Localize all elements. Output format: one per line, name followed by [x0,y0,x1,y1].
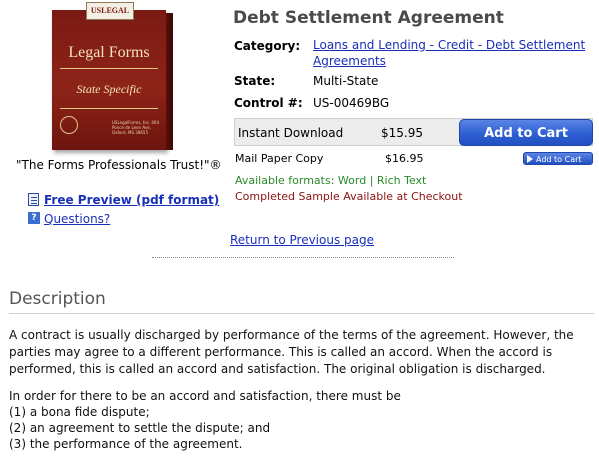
box-divider [60,68,158,69]
uslegal-logo: USLEGAL [86,2,134,20]
add-to-cart-paper-label: Add to Cart [536,155,582,164]
category-link[interactable]: Loans and Lending - Credit - Debt Settle… [313,38,585,52]
return-link[interactable]: Return to Previous page [230,233,374,247]
mail-paper-price: $16.95 [385,152,424,165]
instant-download-label: Instant Download [238,126,344,140]
control-label: Control #: [234,96,303,110]
available-formats: Available formats: Word | Rich Text [235,174,427,187]
add-to-cart-paper-button[interactable]: Add to Cart [523,152,593,165]
description-rule [9,313,594,314]
description-line: (3) the performance of the agreement. [9,437,243,451]
box-subtitle: State Specific [76,82,142,96]
add-to-cart-button[interactable]: Add to Cart [459,119,593,146]
box-title: Legal Forms [68,44,150,61]
document-icon [28,193,39,206]
tagline: "The Forms Professionals Trust!"® [16,158,222,172]
free-preview-link[interactable]: Free Preview (pdf format) [44,193,219,207]
instant-download-price: $15.95 [381,126,423,140]
description-line: (2) an agreement to settle the dispute; … [9,421,271,435]
arrow-right-icon [527,155,533,163]
seal-icon [60,116,78,134]
box-divider [60,108,158,109]
description-line: (1) a bona fide dispute; [9,405,150,419]
mail-paper-label: Mail Paper Copy [235,152,324,165]
category-link-cont[interactable]: Agreements [313,54,386,68]
question-icon: ? [28,212,40,224]
category-label: Category: [234,39,301,53]
state-value: Multi-State [313,74,379,88]
box-fine-print: USLegalForms, Inc. 404 Ponce de Leon Ave… [112,120,159,135]
description-heading: Description [9,289,106,309]
description-line: parties may agree to a different perform… [9,345,553,359]
questions-link[interactable]: Questions? [44,212,110,226]
description-line: performed, this is called an accord and … [9,362,546,376]
control-value: US-00469BG [313,96,390,110]
page-title: Debt Settlement Agreement [233,8,504,28]
dotted-divider [152,257,454,258]
description-line: A contract is usually discharged by perf… [9,328,574,342]
completed-sample-note: Completed Sample Available at Checkout [235,190,463,203]
state-label: State: [234,74,276,88]
description-line: In order for there to be an accord and s… [9,389,401,403]
product-box-side [166,13,173,150]
